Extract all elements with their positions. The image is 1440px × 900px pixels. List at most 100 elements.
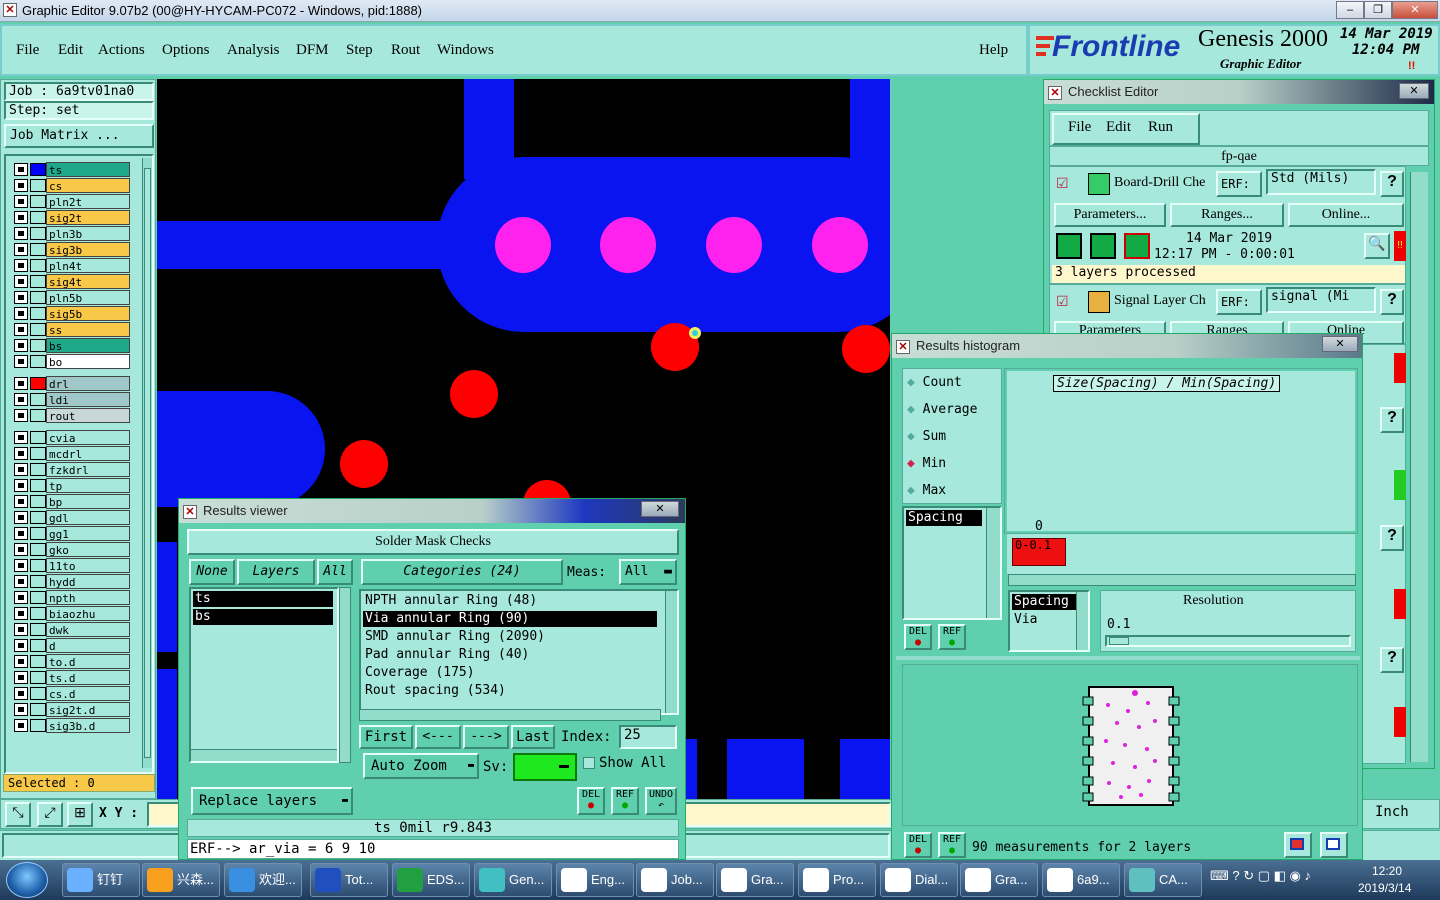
checklist-menu-edit[interactable]: Edit: [1106, 119, 1131, 136]
layer-checkbox[interactable]: [14, 377, 28, 390]
item1-parameters-button[interactable]: Parameters...: [1054, 203, 1166, 227]
layer-checkbox[interactable]: [14, 243, 28, 256]
checklist-scrollbar[interactable]: [1410, 172, 1428, 762]
layer-results-hscroll[interactable]: [191, 749, 337, 761]
layer-checkbox[interactable]: [14, 559, 28, 572]
taskbar-item[interactable]: Gen...: [474, 863, 552, 897]
show-all-checkbox[interactable]: [583, 757, 595, 769]
job-matrix-button[interactable]: Job Matrix ...: [4, 124, 154, 148]
menu-analysis[interactable]: Analysis: [227, 42, 280, 59]
categories-button[interactable]: Categories (24): [361, 559, 563, 585]
layer-checkbox[interactable]: [14, 447, 28, 460]
layer-color-swatch[interactable]: [30, 575, 46, 588]
sv-color-dropdown[interactable]: ▬: [513, 753, 577, 781]
layer-color-swatch[interactable]: [30, 355, 46, 368]
menu-windows[interactable]: Windows: [437, 42, 494, 59]
layer-row[interactable]: drl: [14, 376, 130, 391]
layer-checkbox[interactable]: [14, 431, 28, 444]
layer-checkbox[interactable]: [14, 227, 28, 240]
layer-row[interactable]: ts.d: [14, 670, 130, 685]
layer-row[interactable]: bs: [14, 338, 130, 353]
layer-row[interactable]: 11to: [14, 558, 130, 573]
taskbar-item[interactable]: 钉钉: [62, 863, 140, 897]
layer-checkbox[interactable]: [14, 719, 28, 732]
layer-checkbox[interactable]: [14, 355, 28, 368]
index-field[interactable]: 25: [619, 725, 677, 749]
layer-row[interactable]: bo: [14, 354, 130, 369]
layer-checkbox[interactable]: [14, 639, 28, 652]
layer-color-swatch[interactable]: [30, 227, 46, 240]
run-icon[interactable]: [1056, 233, 1082, 259]
taskbar-item[interactable]: Gra...: [716, 863, 794, 897]
layer-checkbox[interactable]: [14, 671, 28, 684]
zoom-icon[interactable]: 🔍: [1364, 233, 1390, 259]
taskbar-item[interactable]: EDS...: [392, 863, 470, 897]
menu-rout[interactable]: Rout: [391, 42, 420, 59]
result-layer-ts[interactable]: ts: [193, 591, 333, 607]
prev-button[interactable]: <---: [415, 725, 461, 749]
layer-checkbox[interactable]: [14, 463, 28, 476]
layer-color-swatch[interactable]: [30, 463, 46, 476]
item2-check-icon[interactable]: ☑: [1056, 293, 1069, 310]
minimize-button[interactable]: –: [1336, 1, 1364, 19]
layer-color-swatch[interactable]: [30, 607, 46, 620]
layer-color-swatch[interactable]: [30, 511, 46, 524]
layer-color-swatch[interactable]: [30, 291, 46, 304]
layer-row[interactable]: mcdrl: [14, 446, 130, 461]
last-button[interactable]: Last: [511, 725, 555, 749]
stat-option[interactable]: ◆ Sum: [907, 429, 946, 444]
taskbar-item[interactable]: Dial...: [880, 863, 958, 897]
first-button[interactable]: First: [359, 725, 413, 749]
layer-row[interactable]: pln5b: [14, 290, 130, 305]
histogram-del-button[interactable]: DEL ●: [904, 624, 932, 650]
layer-row[interactable]: ldi: [14, 392, 130, 407]
layer-row[interactable]: biaozhu: [14, 606, 130, 621]
taskbar-item[interactable]: 6a9...: [1042, 863, 1120, 897]
layer-color-swatch[interactable]: [30, 559, 46, 572]
layer-checkbox[interactable]: [14, 195, 28, 208]
list2-item-spacing[interactable]: Spacing: [1012, 594, 1076, 610]
layer-checkbox[interactable]: [14, 495, 28, 508]
histogram-bar[interactable]: 0-0.1: [1012, 538, 1066, 566]
viewer-undo-button[interactable]: UNDO ↶: [645, 787, 677, 815]
tray-icons[interactable]: ⌨ ? ↻ ▢ ◧ ◉ ♪: [1210, 868, 1350, 892]
replace-layers-dropdown[interactable]: Replace layers ▬: [191, 787, 353, 815]
menu-edit[interactable]: Edit: [58, 42, 83, 59]
layer-row[interactable]: hydd: [14, 574, 130, 589]
layer-checkbox[interactable]: [14, 703, 28, 716]
list1-item[interactable]: Spacing: [906, 510, 982, 526]
checklist-menu-file[interactable]: File: [1068, 119, 1091, 136]
category-item[interactable]: NPTH annular Ring (48): [363, 593, 657, 609]
layer-row[interactable]: d: [14, 638, 130, 653]
stop-icon[interactable]: [1124, 233, 1150, 259]
category-item[interactable]: Coverage (175): [363, 665, 657, 681]
layer-color-swatch[interactable]: [30, 543, 46, 556]
layer-checkbox[interactable]: [14, 275, 28, 288]
taskbar-item[interactable]: Gra...: [960, 863, 1038, 897]
taskbar-item[interactable]: 兴森...: [142, 863, 220, 897]
layer-row[interactable]: cvia: [14, 430, 130, 445]
layer-color-swatch[interactable]: [30, 687, 46, 700]
viewer-del-button[interactable]: DEL ●: [577, 787, 605, 815]
layer-checkbox[interactable]: [14, 323, 28, 336]
category-vscroll[interactable]: [665, 591, 677, 713]
layer-color-swatch[interactable]: [30, 447, 46, 460]
item1-ranges-button[interactable]: Ranges...: [1170, 203, 1284, 227]
layer-color-swatch[interactable]: [30, 495, 46, 508]
category-item[interactable]: Pad annular Ring (40): [363, 647, 657, 663]
layer-checkbox[interactable]: [14, 339, 28, 352]
layer-color-swatch[interactable]: [30, 393, 46, 406]
layer-row[interactable]: pln3b: [14, 226, 130, 241]
layer-color-swatch[interactable]: [30, 703, 46, 716]
none-button[interactable]: None: [189, 559, 235, 585]
layer-color-swatch[interactable]: [30, 719, 46, 732]
menu-step[interactable]: Step: [346, 42, 373, 59]
category-item[interactable]: Rout spacing (534): [363, 683, 657, 699]
grid-icon[interactable]: ⊞: [67, 802, 93, 827]
auto-zoom-dropdown[interactable]: Auto Zoom ▬: [363, 753, 479, 779]
next-button[interactable]: --->: [463, 725, 509, 749]
layer-row[interactable]: sig5b: [14, 306, 130, 321]
layer-checkbox[interactable]: [14, 543, 28, 556]
layers-button[interactable]: Layers: [237, 559, 315, 585]
layer-row[interactable]: fzkdrl: [14, 462, 130, 477]
